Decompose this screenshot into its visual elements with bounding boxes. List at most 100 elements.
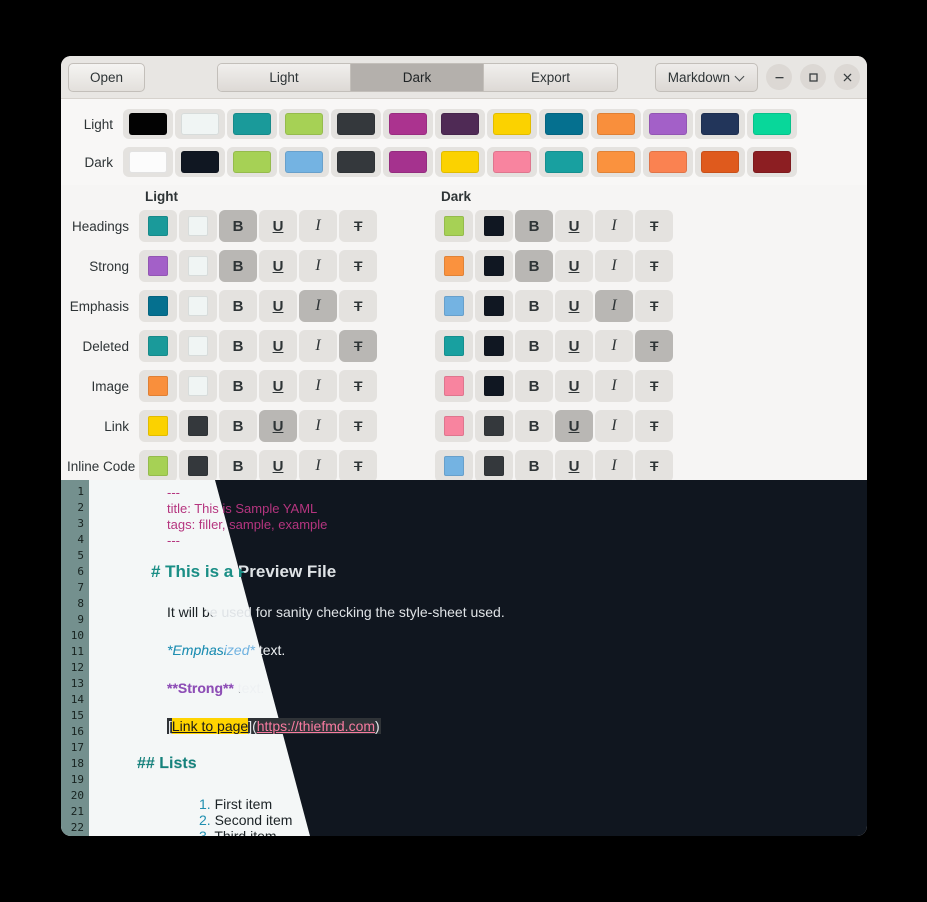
italic-toggle[interactable]: I bbox=[595, 330, 633, 362]
underline-toggle[interactable]: U bbox=[259, 330, 297, 362]
strikethrough-toggle[interactable]: T bbox=[339, 330, 377, 362]
minimize-button[interactable] bbox=[766, 64, 792, 90]
strikethrough-toggle[interactable]: T bbox=[635, 370, 673, 402]
italic-toggle[interactable]: I bbox=[299, 410, 337, 442]
open-button[interactable]: Open bbox=[68, 62, 145, 92]
italic-toggle[interactable]: I bbox=[595, 370, 633, 402]
palette-swatch-light-6[interactable] bbox=[383, 109, 433, 139]
foreground-color-button[interactable] bbox=[435, 370, 473, 402]
italic-toggle[interactable]: I bbox=[299, 370, 337, 402]
foreground-color-button[interactable] bbox=[139, 210, 177, 242]
italic-toggle[interactable]: I bbox=[299, 210, 337, 242]
background-color-button[interactable] bbox=[179, 450, 217, 482]
underline-toggle[interactable]: U bbox=[555, 370, 593, 402]
bold-toggle[interactable]: B bbox=[219, 330, 257, 362]
foreground-color-button[interactable] bbox=[435, 250, 473, 282]
italic-toggle[interactable]: I bbox=[299, 290, 337, 322]
foreground-color-button[interactable] bbox=[139, 370, 177, 402]
background-color-button[interactable] bbox=[475, 410, 513, 442]
background-color-button[interactable] bbox=[475, 210, 513, 242]
tab-light[interactable]: Light bbox=[218, 63, 351, 91]
palette-swatch-light-4[interactable] bbox=[279, 109, 329, 139]
editor-preview-pane[interactable]: 1 2 3 4 5 6 7 8 9 10 11 12 13 14 15 16 17 18 19 20 21 22 --- … bbox=[61, 480, 867, 836]
bold-toggle[interactable]: B bbox=[515, 410, 553, 442]
italic-toggle[interactable]: I bbox=[595, 250, 633, 282]
tab-dark[interactable]: Dark bbox=[351, 63, 484, 91]
palette-swatch-light-5[interactable] bbox=[331, 109, 381, 139]
underline-toggle[interactable]: U bbox=[555, 290, 593, 322]
underline-toggle[interactable]: U bbox=[259, 290, 297, 322]
palette-swatch-light-2[interactable] bbox=[175, 109, 225, 139]
foreground-color-button[interactable] bbox=[139, 250, 177, 282]
foreground-color-button[interactable] bbox=[139, 450, 177, 482]
underline-toggle[interactable]: U bbox=[259, 370, 297, 402]
foreground-color-button[interactable] bbox=[435, 210, 473, 242]
background-color-button[interactable] bbox=[179, 210, 217, 242]
palette-swatch-dark-10[interactable] bbox=[591, 147, 641, 177]
foreground-color-button[interactable] bbox=[139, 290, 177, 322]
bold-toggle[interactable]: B bbox=[515, 290, 553, 322]
palette-swatch-light-11[interactable] bbox=[643, 109, 693, 139]
foreground-color-button[interactable] bbox=[435, 330, 473, 362]
strikethrough-toggle[interactable]: T bbox=[339, 250, 377, 282]
underline-toggle[interactable]: U bbox=[259, 410, 297, 442]
bold-toggle[interactable]: B bbox=[219, 370, 257, 402]
palette-swatch-dark-4[interactable] bbox=[279, 147, 329, 177]
background-color-button[interactable] bbox=[179, 290, 217, 322]
bold-toggle[interactable]: B bbox=[219, 290, 257, 322]
underline-toggle[interactable]: U bbox=[555, 450, 593, 482]
palette-swatch-light-7[interactable] bbox=[435, 109, 485, 139]
background-color-button[interactable] bbox=[475, 450, 513, 482]
palette-swatch-dark-9[interactable] bbox=[539, 147, 589, 177]
strikethrough-toggle[interactable]: T bbox=[339, 210, 377, 242]
link-syntax[interactable]: [Link to page](https://thiefmd.com) bbox=[167, 718, 381, 734]
palette-swatch-dark-2[interactable] bbox=[175, 147, 225, 177]
underline-toggle[interactable]: U bbox=[259, 210, 297, 242]
background-color-button[interactable] bbox=[179, 250, 217, 282]
palette-swatch-dark-11[interactable] bbox=[643, 147, 693, 177]
bold-toggle[interactable]: B bbox=[219, 210, 257, 242]
palette-swatch-dark-3[interactable] bbox=[227, 147, 277, 177]
foreground-color-button[interactable] bbox=[435, 410, 473, 442]
underline-toggle[interactable]: U bbox=[259, 450, 297, 482]
underline-toggle[interactable]: U bbox=[555, 410, 593, 442]
background-color-button[interactable] bbox=[179, 410, 217, 442]
strikethrough-toggle[interactable]: T bbox=[635, 330, 673, 362]
underline-toggle[interactable]: U bbox=[555, 210, 593, 242]
bold-toggle[interactable]: B bbox=[515, 450, 553, 482]
link-url[interactable]: https://thiefmd.com bbox=[257, 718, 375, 734]
italic-toggle[interactable]: I bbox=[595, 290, 633, 322]
palette-swatch-light-1[interactable] bbox=[123, 109, 173, 139]
foreground-color-button[interactable] bbox=[435, 450, 473, 482]
strikethrough-toggle[interactable]: T bbox=[339, 290, 377, 322]
palette-swatch-dark-8[interactable] bbox=[487, 147, 537, 177]
underline-toggle[interactable]: U bbox=[555, 330, 593, 362]
strikethrough-toggle[interactable]: T bbox=[339, 450, 377, 482]
italic-toggle[interactable]: I bbox=[299, 250, 337, 282]
maximize-button[interactable] bbox=[800, 64, 826, 90]
bold-toggle[interactable]: B bbox=[219, 450, 257, 482]
strikethrough-toggle[interactable]: T bbox=[635, 410, 673, 442]
italic-toggle[interactable]: I bbox=[595, 210, 633, 242]
underline-toggle[interactable]: U bbox=[555, 250, 593, 282]
palette-swatch-light-13[interactable] bbox=[747, 109, 797, 139]
foreground-color-button[interactable] bbox=[435, 290, 473, 322]
strikethrough-toggle[interactable]: T bbox=[635, 290, 673, 322]
palette-swatch-light-12[interactable] bbox=[695, 109, 745, 139]
italic-toggle[interactable]: I bbox=[299, 450, 337, 482]
palette-swatch-dark-5[interactable] bbox=[331, 147, 381, 177]
background-color-button[interactable] bbox=[475, 330, 513, 362]
italic-toggle[interactable]: I bbox=[595, 410, 633, 442]
bold-toggle[interactable]: B bbox=[219, 410, 257, 442]
palette-swatch-dark-1[interactable] bbox=[123, 147, 173, 177]
italic-toggle[interactable]: I bbox=[299, 330, 337, 362]
palette-swatch-dark-7[interactable] bbox=[435, 147, 485, 177]
foreground-color-button[interactable] bbox=[139, 330, 177, 362]
strikethrough-toggle[interactable]: T bbox=[635, 250, 673, 282]
palette-swatch-light-10[interactable] bbox=[591, 109, 641, 139]
background-color-button[interactable] bbox=[475, 290, 513, 322]
strikethrough-toggle[interactable]: T bbox=[635, 450, 673, 482]
editor-code-area[interactable]: --- title: This is Sample YAML tags: fil… bbox=[89, 480, 867, 836]
background-color-button[interactable] bbox=[179, 370, 217, 402]
bold-toggle[interactable]: B bbox=[219, 250, 257, 282]
